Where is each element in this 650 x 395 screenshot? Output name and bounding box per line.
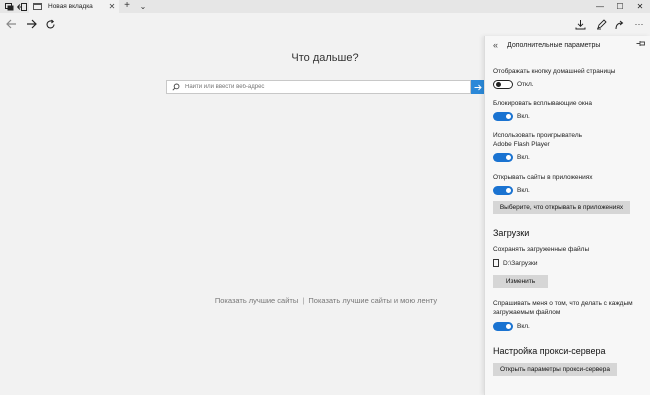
search-go-button[interactable] [471,80,484,94]
tab-new-tab[interactable]: Новая вкладка ✕ [29,0,119,13]
more-menu-icon[interactable]: ··· [632,17,646,31]
downloads-heading: Загрузки [493,228,530,238]
back-button[interactable] [4,17,18,31]
navigation-bar: ··· [0,13,650,36]
forward-arrow-icon [26,19,37,29]
refresh-button[interactable] [43,17,57,31]
set-aside-tabs-icon[interactable] [16,1,28,12]
search-icon [170,81,182,93]
minimize-button[interactable]: — [590,0,610,13]
ask-downloads-label-line2: загружаемым файлом [493,309,561,316]
flash-setting-label-line1: Использовать проигрыватель [493,132,583,139]
chevron-down-icon[interactable]: ⌄ [138,0,148,13]
content-options: Показать лучшие сайты | Показать лучшие … [196,296,456,305]
downloads-hub-icon[interactable] [573,17,587,31]
new-tab-button[interactable]: + [122,0,132,13]
apps-toggle[interactable] [493,186,513,195]
refresh-icon [45,19,55,28]
change-folder-button[interactable]: Изменить [493,275,548,288]
title-bar: Новая вкладка ✕ + ⌄ — ☐ ✕ [0,0,650,13]
proxy-heading: Настройка прокси-сервера [493,346,606,356]
home-button-setting-label: Отображать кнопку домашней страницы [493,68,616,75]
flash-setting-label-line2: Adobe Flash Player [493,141,550,148]
flash-toggle[interactable] [493,153,513,162]
download-folder-path: D:\Загрузки [503,259,538,267]
popups-state: Вкл. [517,113,530,120]
tab-preview-icon[interactable] [3,1,15,12]
share-icon[interactable] [612,17,626,31]
chevron-double-left-icon[interactable]: « [493,40,498,50]
search-input[interactable] [185,84,445,90]
close-tab-icon[interactable]: ✕ [107,2,117,11]
show-top-sites-link[interactable]: Показать лучшие сайты [215,296,298,305]
home-button-state: Откл. [517,81,534,88]
page-title: Что дальше? [291,52,359,64]
search-box[interactable] [166,80,471,94]
pin-panel-icon[interactable] [636,40,645,49]
popups-toggle[interactable] [493,112,513,121]
document-icon [493,259,499,267]
panel-title: Дополнительные параметры [507,42,601,49]
show-top-sites-and-feed-link[interactable]: Показать лучшие сайты и мою ленту [308,296,437,305]
apps-state: Вкл. [517,187,530,194]
advanced-settings-panel: « Дополнительные параметры Отображать кн… [484,36,650,395]
choose-apps-button[interactable]: Выберите, что открывать в приложениях [493,201,630,214]
home-button-toggle[interactable] [493,80,513,89]
ask-downloads-toggle[interactable] [493,322,513,331]
arrow-right-icon [474,84,482,90]
tab-title: Новая вкладка [48,3,93,10]
pen-notes-icon[interactable] [594,17,608,31]
maximize-button[interactable]: ☐ [610,0,630,13]
flash-state: Вкл. [517,154,530,161]
save-downloads-label: Сохранять загруженные файлы [493,246,590,253]
ask-downloads-state: Вкл. [517,323,530,330]
ask-downloads-label-line1: Спрашивать меня о том, что делать с кажд… [493,300,633,307]
forward-button[interactable] [24,17,38,31]
open-proxy-settings-button[interactable]: Открыть параметры прокси-сервера [493,363,617,376]
download-folder: D:\Загрузки [493,259,537,267]
back-arrow-icon [5,19,16,29]
popups-setting-label: Блокировать всплывающие окна [493,100,592,107]
link-separator: | [302,296,305,305]
close-window-button[interactable]: ✕ [630,0,650,13]
apps-setting-label: Открывать сайты в приложениях [493,174,593,181]
new-tab-favicon-icon [33,3,42,10]
